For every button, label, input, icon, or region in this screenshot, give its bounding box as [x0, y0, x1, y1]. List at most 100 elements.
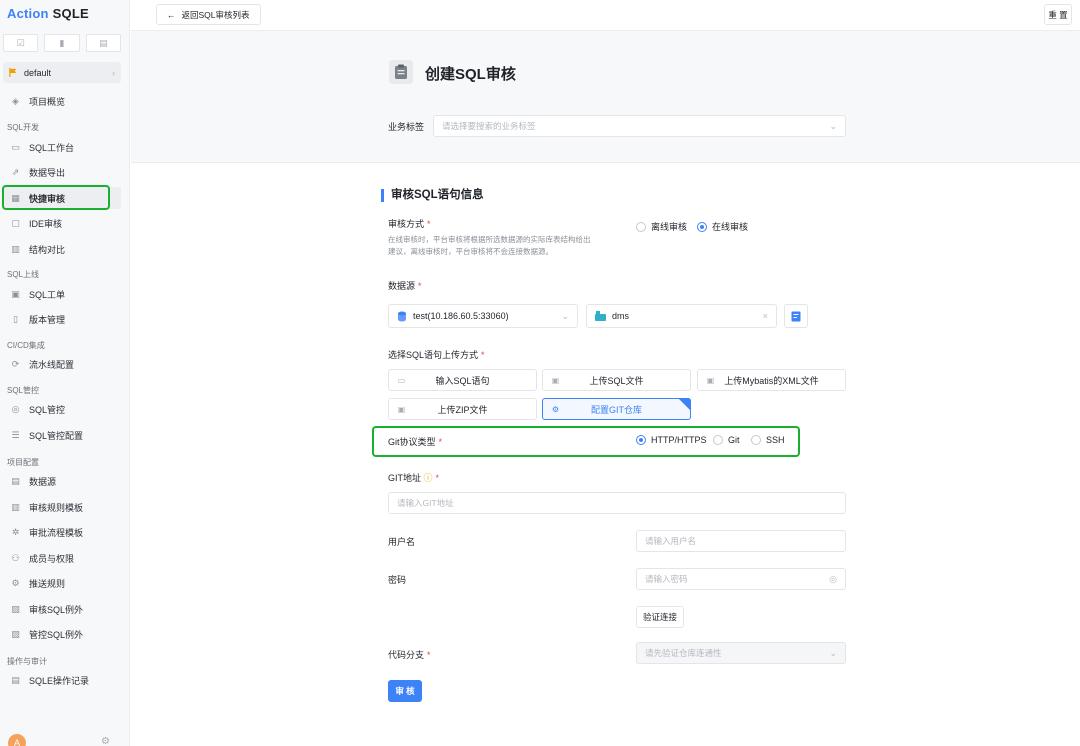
- avatar[interactable]: A: [8, 734, 26, 746]
- datasource-label: 数据源 *: [388, 281, 422, 291]
- branch-label: 代码分支 *: [388, 650, 431, 660]
- app-logo: Action SQLE: [7, 6, 89, 21]
- editor-icon: ▭: [397, 375, 406, 385]
- sidebar-item-quick-audit[interactable]: ▦ 快捷审核: [3, 187, 121, 209]
- tag-select[interactable]: 请选择要搜索的业务标签 ⌄: [433, 115, 846, 137]
- audit-exception-icon: ▧: [11, 603, 20, 614]
- group-ops-audit: 操作与审计: [7, 657, 47, 666]
- sidebar-item-sql-workbench[interactable]: ▭ SQL工作台: [3, 136, 121, 158]
- verify-connection-button[interactable]: 验证连接: [636, 606, 684, 628]
- chevron-down-icon: ⌄: [829, 647, 837, 658]
- option-upload-mybatis-xml[interactable]: ▣ 上传Mybatis的XML文件: [697, 369, 846, 391]
- branch-select[interactable]: 请先验证仓库连通性 ⌄: [636, 642, 846, 664]
- sidebar-item-members[interactable]: ⚇ 成员与权限: [3, 547, 121, 569]
- git-url-input[interactable]: 请输入GIT地址: [388, 492, 846, 514]
- group-sql-release: SQL上线: [7, 270, 40, 279]
- sidebar-item-sql-control[interactable]: ◎ SQL管控: [3, 398, 121, 420]
- control-icon: ◎: [11, 403, 20, 414]
- back-to-list-button[interactable]: ← 返回SQL审核列表: [156, 4, 261, 25]
- workflow-icon: ✲: [11, 526, 20, 537]
- radio-ssh[interactable]: SSH: [751, 435, 785, 445]
- project-selector[interactable]: default ›: [3, 62, 121, 83]
- option-upload-zip[interactable]: ▣ 上传ZIP文件: [388, 398, 537, 420]
- git-protocol-label: Git协议类型 *: [388, 437, 443, 447]
- layers-icon: ◈: [12, 95, 19, 106]
- checklist-icon[interactable]: ☑: [3, 34, 39, 52]
- group-cicd: CI/CD集成: [7, 341, 45, 350]
- radio-dot-selected: [636, 435, 646, 445]
- submit-audit-button[interactable]: 审 核: [388, 680, 422, 702]
- audit-mode-hint: 在线审核时，平台审核将根据所选数据源的实际库表结构给出建议，离线审核时，平台审核…: [388, 235, 591, 256]
- export-icon: ⇗: [11, 166, 20, 177]
- quick-tabs: ☑ ▮ ▤: [3, 34, 121, 52]
- main-content: 创建SQL审核 业务标签 请选择要搜索的业务标签 ⌄ 审核SQL语句信息 审核方…: [131, 31, 1080, 746]
- schema-select[interactable]: dms ×: [586, 304, 777, 328]
- radio-dot: [751, 435, 761, 445]
- radio-git[interactable]: Git: [713, 435, 740, 445]
- compare-icon: ▥: [11, 243, 20, 254]
- terminal-icon: ▭: [11, 141, 20, 152]
- radio-dot: [713, 435, 723, 445]
- control-exception-icon: ▨: [11, 628, 20, 639]
- sidebar-item-workflow-template[interactable]: ✲ 审批流程模板: [3, 521, 121, 543]
- sidebar-item-push-rules[interactable]: ⚙ 推送规则: [3, 572, 121, 594]
- sidebar-item-overview[interactable]: ◈ 项目概览: [3, 90, 121, 112]
- chevron-down-icon: ⌄: [561, 310, 569, 321]
- sidebar-item-schema-compare[interactable]: ▥ 结构对比: [3, 238, 121, 260]
- radio-dot: [636, 221, 646, 232]
- header-band: [131, 31, 1080, 163]
- group-sql-dev: SQL开发: [7, 123, 40, 132]
- option-input-sql[interactable]: ▭ 输入SQL语句: [388, 369, 537, 391]
- sidebar-item-control-exception[interactable]: ▨ 管控SQL例外: [3, 623, 121, 645]
- datasource-info-button[interactable]: [784, 304, 808, 328]
- sidebar-item-sql-control-config[interactable]: ☰ SQL管控配置: [3, 424, 121, 446]
- arrow-left-icon: ←: [167, 9, 176, 20]
- bar-chart-icon[interactable]: ▮: [44, 34, 80, 52]
- file-icon: ▣: [706, 375, 715, 385]
- sidebar-item-operation-log[interactable]: ▤ SQLE操作记录: [3, 669, 121, 691]
- document-icon[interactable]: ▤: [85, 34, 121, 52]
- radio-online-audit[interactable]: 在线审核: [697, 220, 748, 233]
- sidebar-item-ide-audit[interactable]: ▢ IDE审核: [3, 212, 121, 234]
- log-icon: ▤: [11, 674, 20, 685]
- rule-template-icon: ▥: [11, 501, 20, 512]
- sidebar-item-audit-exception[interactable]: ▧ 审核SQL例外: [3, 598, 121, 620]
- sidebar-item-pipeline[interactable]: ⟳ 流水线配置: [3, 353, 121, 375]
- radio-dot-selected: [697, 221, 707, 232]
- git-url-label: GIT地址 ⓘ *: [388, 473, 440, 483]
- datasource-select[interactable]: test(10.186.60.5:33060) ⌄: [388, 304, 578, 328]
- gear-icon: ⚙: [551, 404, 560, 414]
- group-sql-control: SQL管控: [7, 386, 40, 395]
- control-config-icon: ☰: [11, 429, 20, 440]
- sidebar-item-datasource[interactable]: ▤ 数据源: [3, 470, 121, 492]
- members-icon: ⚇: [11, 552, 20, 563]
- page-title: 创建SQL审核: [425, 66, 516, 83]
- push-icon: ⚙: [11, 577, 20, 588]
- clipboard-icon: [389, 60, 413, 84]
- file-icon: ▣: [551, 375, 560, 385]
- version-icon: ▯: [13, 313, 18, 324]
- sidebar-item-sql-ticket[interactable]: ▣ SQL工单: [3, 283, 121, 305]
- reset-button[interactable]: 重 置: [1044, 4, 1072, 25]
- chevron-right-icon: ›: [112, 67, 115, 78]
- radio-offline-audit[interactable]: 离线审核: [636, 220, 687, 233]
- clear-icon[interactable]: ×: [763, 311, 768, 321]
- radio-http-https[interactable]: HTTP/HTTPS: [636, 435, 707, 445]
- group-project-config: 项目配置: [7, 458, 39, 467]
- project-name: default: [24, 67, 52, 78]
- document-info-icon: [791, 311, 801, 321]
- username-input[interactable]: 请输入用户名: [636, 530, 846, 552]
- sidebar-item-rule-template[interactable]: ▥ 审核规则模板: [3, 496, 121, 518]
- option-upload-sql-file[interactable]: ▣ 上传SQL文件: [542, 369, 691, 391]
- password-input[interactable]: 请输入密码 ◎: [636, 568, 846, 590]
- option-config-git-repo[interactable]: ⚙ 配置GIT仓库: [542, 398, 691, 420]
- top-bar: ← 返回SQL审核列表 重 置: [131, 0, 1080, 31]
- audit-mode-label: 审核方式 *: [388, 219, 431, 229]
- tag-label: 业务标签: [388, 122, 425, 132]
- settings-gear-icon[interactable]: ⚙: [101, 736, 110, 746]
- database-icon: [398, 311, 406, 321]
- sidebar-item-version[interactable]: ▯ 版本管理: [3, 308, 121, 330]
- eye-off-icon[interactable]: ◎: [829, 574, 837, 585]
- selected-corner-mark: [678, 398, 691, 411]
- sidebar-item-data-export[interactable]: ⇗ 数据导出: [3, 161, 121, 183]
